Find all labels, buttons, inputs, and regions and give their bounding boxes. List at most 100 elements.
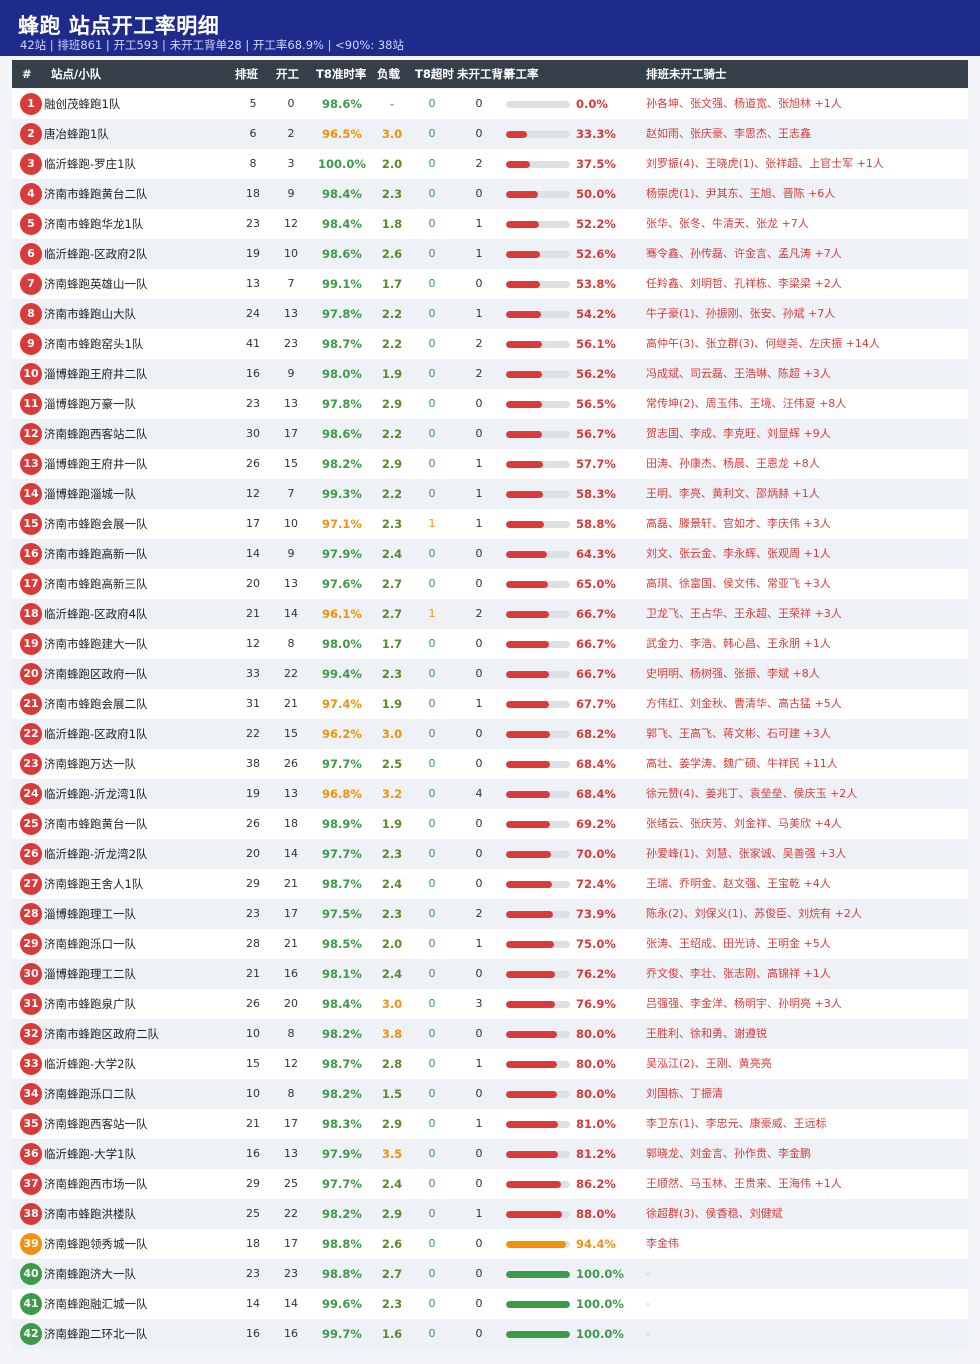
row-index-badge: 6 [20,243,42,265]
table-header: # 站点/小队 排班 开工 T8准时率 负载 T8超时 未开工背单 开工率 排班… [12,60,968,88]
row-index-badge: 42 [20,1323,42,1345]
load-value: 2.0 [381,937,403,951]
backlog-count: 0 [475,1147,483,1160]
t8-overtime: 0 [428,427,436,440]
t8-overtime: 0 [428,637,436,650]
work-rate-value: 81.2% [576,1147,616,1161]
work-rate-bar [506,911,570,918]
load-value: 2.3 [381,187,403,201]
t8-rate: 97.7% [322,1177,362,1191]
rider-list: 赵如雨、张庆豪、李思杰、王志鑫 [646,127,811,140]
scheduled-count: 17 [246,517,260,530]
station-name: 济南市蜂跑华龙1队 [44,217,144,231]
backlog-count: 0 [475,847,483,860]
t8-overtime: 0 [428,1057,436,1070]
scheduled-count: 38 [246,757,260,770]
backlog-count: 4 [475,787,483,800]
rider-list: 乔文俊、李壮、张志刚、高锦祥 +1人 [646,967,831,980]
load-value: 2.2 [381,487,403,501]
station-name: 临沂蜂跑-沂龙湾1队 [44,787,148,801]
scheduled-count: 6 [249,127,257,140]
rider-list: 杨崇虎(1)、尹其东、王旭、晋陈 +6人 [646,187,836,200]
col-t8-rate: T8准时率 [316,67,367,81]
row-index-badge: 19 [20,633,42,655]
load-value: 2.7 [381,577,403,591]
backlog-count: 0 [475,187,483,200]
station-name: 淄博蜂跑王府井一队 [44,457,148,471]
work-rate-value: 54.2% [576,307,616,321]
station-name: 融创茂蜂跑1队 [44,97,121,111]
work-rate-bar [506,281,570,288]
summary-line: 42站 | 排班861 | 开工593 | 未开工背单28 | 开工率68.9%… [20,38,404,52]
t8-rate: 98.4% [322,997,362,1011]
backlog-count: 1 [475,457,483,470]
rider-list: 常传坤(2)、周玉伟、王境、汪伟夏 +8人 [646,397,847,410]
load-value: 2.4 [381,547,403,561]
work-rate-value: 69.2% [576,817,616,831]
rider-list: 刘罗振(4)、王晓虎(1)、张祥超、上官士军 +1人 [646,157,884,170]
work-rate-bar [506,881,570,888]
row-index-badge: 1 [20,93,42,115]
scheduled-count: 20 [246,847,260,860]
t8-overtime: 0 [428,457,436,470]
rider-list: 郭晓龙、刘金言、孙作贵、李金鹏 [646,1147,811,1160]
rider-list: 郭飞、王高飞、蒋文彬、石可建 +3人 [646,727,831,740]
t8-overtime: 0 [428,907,436,920]
work-rate-value: 58.3% [576,487,616,501]
work-rate-value: 70.0% [576,847,616,861]
table-row: 40 济南蜂跑济大一队 23 23 98.8% 2.7 0 0 100.0% - [12,1259,968,1289]
scheduled-count: 28 [246,937,260,950]
station-name: 济南市蜂跑高新三队 [44,577,148,591]
row-index-badge: 5 [20,213,42,235]
work-rate-bar-fill [506,671,549,678]
t8-overtime: 0 [428,997,436,1010]
work-rate-bar-fill [506,821,551,828]
work-rate-bar-fill [506,371,542,378]
work-rate-value: 57.7% [576,457,616,471]
backlog-count: 1 [475,1057,483,1070]
backlog-count: 1 [475,697,483,710]
work-rate-value: 64.3% [576,547,616,561]
row-index-badge: 7 [20,273,42,295]
work-rate-bar [506,791,570,798]
row-index-badge: 16 [20,543,42,565]
work-rate-value: 100.0% [576,1297,624,1311]
work-rate-bar [506,1121,570,1128]
station-name: 济南市蜂跑黄台一队 [44,817,148,831]
work-rate-bar-fill [506,1001,556,1008]
load-value: 1.7 [381,277,403,291]
work-rate-bar-fill [506,611,549,618]
table-row: 20 济南蜂跑区政府一队 33 22 99.4% 2.3 0 0 66.7% 史明明、杨树强、张振… [12,659,968,689]
work-rate-value: 56.1% [576,337,616,351]
work-rate-value: 68.4% [576,757,616,771]
table-row: 2 唐冶蜂跑1队 6 2 96.5% 3.0 0 0 33.3% 赵如雨、张庆豪、李思杰、王志鑫 [12,119,968,149]
work-rate-bar [506,1151,570,1158]
station-name: 济南市蜂跑建大一队 [44,637,148,651]
t8-rate: 98.8% [322,1267,362,1281]
work-rate-bar [506,851,570,858]
station-name: 淄博蜂跑理工二队 [44,967,136,981]
backlog-count: 0 [475,877,483,890]
backlog-count: 1 [475,247,483,260]
work-rate-value: 100.0% [576,1327,624,1341]
scheduled-count: 18 [246,1237,260,1250]
working-count: 16 [284,967,298,980]
t8-overtime: 0 [428,1207,436,1220]
t8-rate: 100.0% [318,157,366,171]
backlog-count: 0 [475,637,483,650]
work-rate-bar-fill [506,1301,570,1308]
work-rate-bar-fill [506,581,548,588]
t8-overtime: 0 [428,217,436,230]
scheduled-count: 18 [246,187,260,200]
scheduled-count: 19 [246,247,260,260]
scheduled-count: 16 [246,1327,260,1340]
load-value: 2.3 [381,1297,403,1311]
load-value: 1.9 [381,697,403,711]
backlog-count: 0 [475,427,483,440]
table-row: 15 济南市蜂跑会展一队 17 10 97.1% 2.3 1 1 58.8% 高磊、滕景轩、宫如才… [12,509,968,539]
t8-overtime: 0 [428,697,436,710]
work-rate-bar-fill [506,161,530,168]
t8-rate: 98.8% [322,1237,362,1251]
work-rate-bar-fill [506,1271,570,1278]
table-row: 16 济南市蜂跑高新一队 14 9 97.9% 2.4 0 0 64.3% 刘文、张云金、李永辉、… [12,539,968,569]
